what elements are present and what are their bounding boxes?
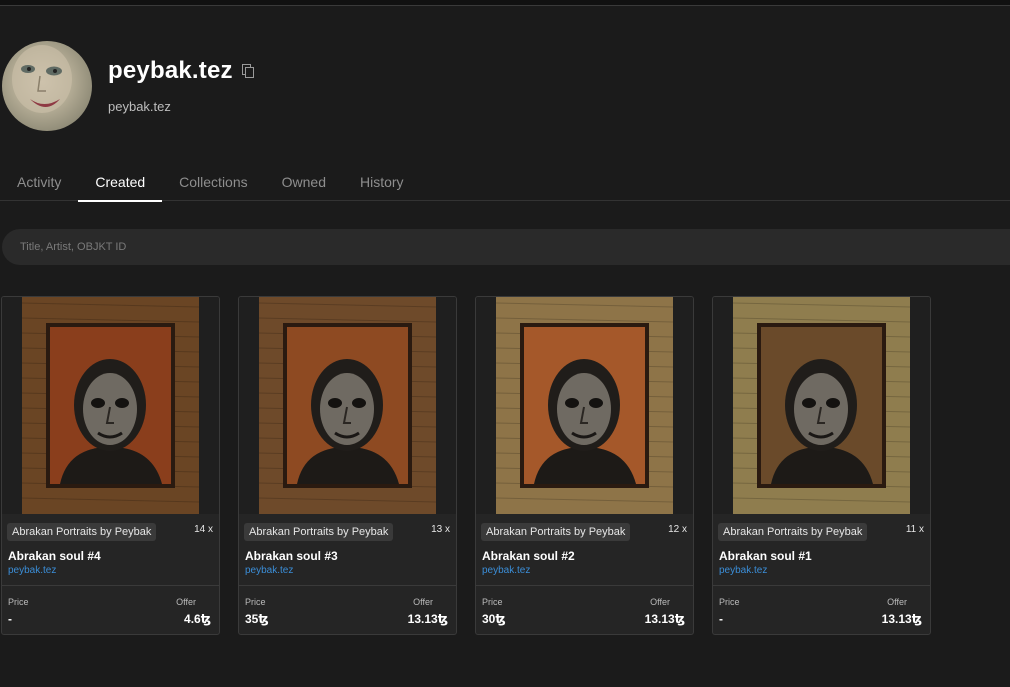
copy-icon[interactable] <box>241 64 254 78</box>
editions-count: 13 x <box>431 524 450 535</box>
token-thumbnail[interactable] <box>713 297 930 514</box>
price-value: - <box>719 612 723 626</box>
editions-count: 11 x <box>905 524 924 535</box>
tab-collections[interactable]: Collections <box>162 163 264 201</box>
token-title[interactable]: Abrakan soul #3 <box>245 549 338 563</box>
card-divider <box>713 585 930 586</box>
offer-value[interactable]: 13.13ꜩ <box>408 612 448 626</box>
artwork-image <box>22 297 199 514</box>
price-label: Price <box>482 597 503 607</box>
token-card[interactable]: Abrakan Portraits by Peybak 12 x Abrakan… <box>475 296 694 635</box>
search-bar <box>2 229 1010 265</box>
artist-link[interactable]: peybak.tez <box>245 565 293 576</box>
token-card[interactable]: Abrakan Portraits by Peybak 14 x Abrakan… <box>1 296 220 635</box>
token-card[interactable]: Abrakan Portraits by Peybak 11 x Abrakan… <box>712 296 931 635</box>
offer-label: Offer <box>650 597 670 607</box>
token-title[interactable]: Abrakan soul #1 <box>719 549 812 563</box>
tab-history[interactable]: History <box>343 163 421 201</box>
collection-badge[interactable]: Abrakan Portraits by Peybak <box>718 523 868 541</box>
offer-value[interactable]: 4.6ꜩ <box>184 612 211 626</box>
card-divider <box>2 585 219 586</box>
collection-badge[interactable]: Abrakan Portraits by Peybak <box>244 523 394 541</box>
token-title[interactable]: Abrakan soul #2 <box>482 549 575 563</box>
price-value: 35ꜩ <box>245 612 269 626</box>
token-card[interactable]: Abrakan Portraits by Peybak 13 x Abrakan… <box>238 296 457 635</box>
price-label: Price <box>719 597 740 607</box>
price-value: - <box>8 612 12 626</box>
editions-count: 14 x <box>194 524 213 535</box>
tab-owned[interactable]: Owned <box>265 163 343 201</box>
profile-tabs: Activity Created Collections Owned Histo… <box>0 163 1010 202</box>
artwork-image <box>259 297 436 514</box>
offer-label: Offer <box>887 597 907 607</box>
price-value: 30ꜩ <box>482 612 506 626</box>
artwork-image <box>496 297 673 514</box>
artist-link[interactable]: peybak.tez <box>482 565 530 576</box>
profile-name: peybak.tez <box>108 57 233 84</box>
offer-value[interactable]: 13.13ꜩ <box>882 612 922 626</box>
card-divider <box>476 585 693 586</box>
tab-created[interactable]: Created <box>78 163 162 202</box>
top-bar <box>0 0 1010 6</box>
search-input[interactable] <box>20 241 1010 253</box>
avatar[interactable] <box>2 41 92 131</box>
offer-value[interactable]: 13.13ꜩ <box>645 612 685 626</box>
artist-link[interactable]: peybak.tez <box>8 565 56 576</box>
offer-label: Offer <box>413 597 433 607</box>
price-label: Price <box>8 597 29 607</box>
price-label: Price <box>245 597 266 607</box>
profile-header: peybak.tez peybak.tez <box>2 41 254 133</box>
collection-badge[interactable]: Abrakan Portraits by Peybak <box>7 523 157 541</box>
editions-count: 12 x <box>668 524 687 535</box>
token-thumbnail[interactable] <box>239 297 456 514</box>
offer-label: Offer <box>176 597 196 607</box>
tab-activity[interactable]: Activity <box>0 163 78 201</box>
token-title[interactable]: Abrakan soul #4 <box>8 549 101 563</box>
profile-subtitle: peybak.tez <box>108 99 171 114</box>
token-thumbnail[interactable] <box>476 297 693 514</box>
card-divider <box>239 585 456 586</box>
collection-badge[interactable]: Abrakan Portraits by Peybak <box>481 523 631 541</box>
artwork-image <box>733 297 910 514</box>
token-thumbnail[interactable] <box>2 297 219 514</box>
token-grid: Abrakan Portraits by Peybak 14 x Abrakan… <box>1 296 949 635</box>
artist-link[interactable]: peybak.tez <box>719 565 767 576</box>
